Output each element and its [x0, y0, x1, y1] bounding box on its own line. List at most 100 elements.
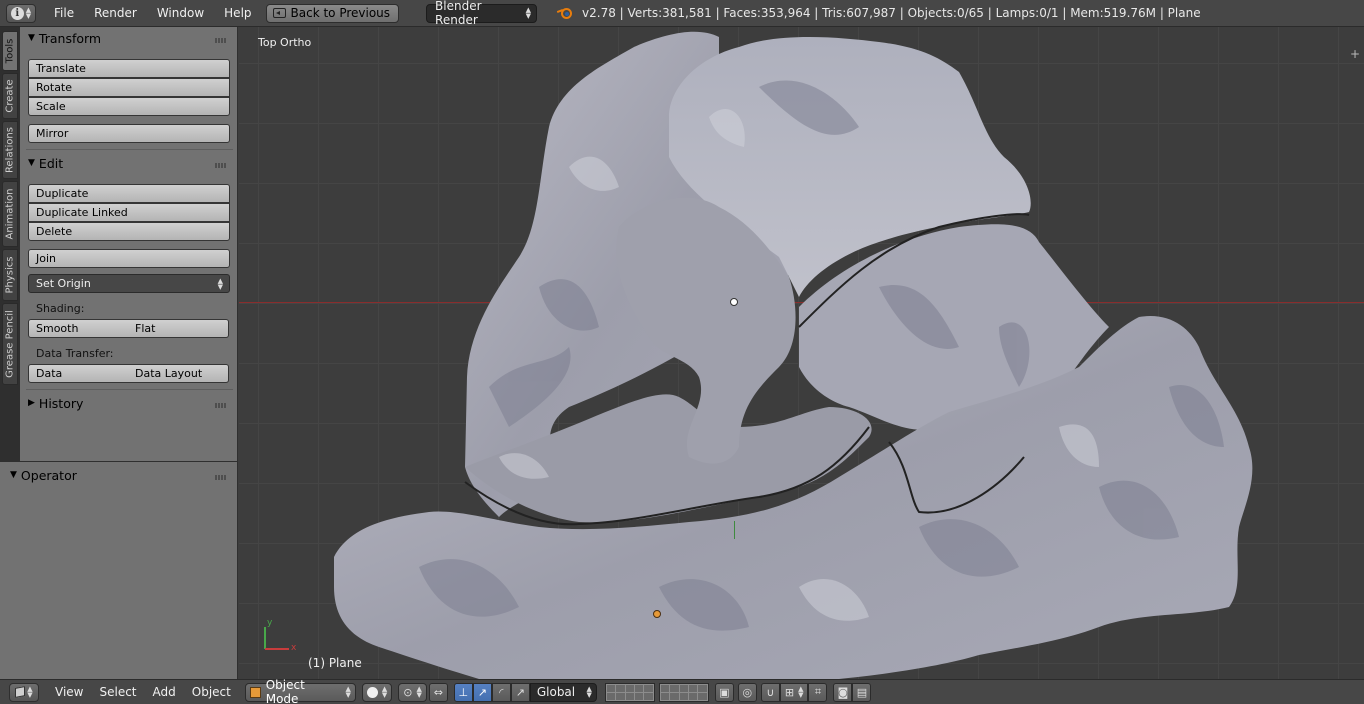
viewport-shading-select[interactable]: ▲ ▼	[361, 682, 393, 702]
triangle-right-icon: ▶	[28, 398, 35, 408]
chevron-updown-icon: ▲ ▼	[27, 685, 33, 699]
join-button[interactable]: Join	[28, 249, 230, 268]
panel-divider	[26, 389, 233, 390]
shading-label: Shading:	[36, 302, 85, 315]
pivot-point-select[interactable]: ⊙ ▲ ▼	[398, 682, 427, 702]
chevron-updown-icon: ▲ ▼	[381, 685, 388, 699]
rotate-button[interactable]: Rotate	[28, 78, 230, 97]
panel-divider	[26, 149, 233, 150]
back-to-previous-label: Back to Previous	[290, 6, 391, 20]
menu-add[interactable]: Add	[145, 685, 184, 699]
snap-target-button[interactable]: ⌗	[808, 682, 828, 702]
pivot-icon: ⊙	[403, 685, 413, 699]
tab-physics[interactable]: Physics	[2, 249, 18, 301]
render-animation-button[interactable]: ▤	[852, 682, 872, 702]
tab-grease-pencil[interactable]: Grease Pencil	[2, 303, 18, 385]
chevron-updown-icon: ▲ ▼	[586, 685, 592, 699]
menu-object[interactable]: Object	[184, 685, 239, 699]
mirror-button[interactable]: Mirror	[28, 124, 230, 143]
flat-button[interactable]: Flat	[128, 319, 229, 338]
drag-grip-icon[interactable]	[215, 163, 227, 168]
clapperboard-icon: ▤	[856, 685, 868, 699]
render-still-button[interactable]: ◙	[833, 682, 853, 702]
rotate-arc-icon: ◜	[499, 685, 504, 699]
plus-icon[interactable]: +	[1350, 48, 1360, 60]
scale-manipulator-button[interactable]: ↗	[510, 682, 530, 702]
manipulator-icon: ⇔	[433, 685, 443, 699]
axis-y-label: y	[267, 618, 273, 628]
translate-manipulator-button[interactable]: ⊥	[453, 682, 473, 702]
triangle-down-icon: ▼	[28, 158, 35, 168]
proportional-edit-button[interactable]: ◎	[737, 682, 757, 702]
tab-relations[interactable]: Relations	[2, 121, 18, 179]
tab-relations-label: Relations	[4, 127, 16, 173]
orientation-label: Global	[536, 685, 576, 699]
scale-button[interactable]: Scale	[28, 97, 230, 116]
drag-grip-icon[interactable]	[215, 38, 227, 43]
pencil-arrow-icon: ↗	[477, 685, 487, 699]
tab-animation[interactable]: Animation	[2, 181, 18, 247]
menu-window[interactable]: Window	[147, 6, 214, 20]
menu-help[interactable]: Help	[214, 6, 261, 20]
back-to-previous-button[interactable]: Back to Previous	[265, 3, 400, 23]
view-name-label: Top Ortho	[258, 36, 312, 49]
delete-button[interactable]: Delete	[28, 222, 230, 241]
render-engine-select[interactable]: Blender Render ▲ ▼	[426, 0, 538, 27]
scale-icon: ↗	[515, 685, 525, 699]
manipulator-toggle[interactable]: ⇔	[428, 682, 448, 702]
history-panel-title: History	[38, 395, 84, 411]
proportional-edit-icon: ◎	[742, 685, 753, 699]
interaction-mode-select[interactable]: Object Mode ▲ ▼	[244, 678, 356, 704]
duplicate-button[interactable]: Duplicate	[28, 184, 230, 203]
menu-view[interactable]: View	[47, 685, 91, 699]
data-layout-button[interactable]: Data Layout	[128, 364, 229, 383]
rotate-manipulator-button[interactable]: ↗	[472, 682, 492, 702]
snap-element-select[interactable]: ⊞ ▲ ▼	[779, 682, 809, 702]
tab-tools[interactable]: Tools	[2, 31, 18, 71]
tab-create-label: Create	[4, 79, 16, 113]
snap-toggle-button[interactable]: ∪	[760, 682, 780, 702]
terrain-mesh[interactable]	[239, 27, 1364, 679]
origin-point-white[interactable]	[730, 298, 738, 306]
layer-buttons-group-a[interactable]	[604, 682, 655, 702]
operator-panel-header[interactable]: ▼ Operator	[10, 466, 77, 484]
data-button[interactable]: Data	[28, 364, 129, 383]
layer-buttons-group-b[interactable]	[658, 682, 709, 702]
history-panel-header[interactable]: ▶ History	[28, 394, 83, 412]
chevron-updown-icon: ▲ ▼	[345, 685, 351, 699]
set-origin-dropdown[interactable]: Set Origin ▲ ▼	[28, 274, 230, 293]
transform-orientation-select[interactable]: Global ▲ ▼	[529, 682, 597, 702]
editor-type-selector[interactable]: ▲ ▼	[9, 682, 39, 702]
edit-panel-header[interactable]: ▼ Edit	[28, 154, 63, 172]
3d-viewport[interactable]: Top Ortho + y x (1) Plane	[239, 27, 1364, 679]
info-icon: i	[10, 6, 24, 20]
menu-render[interactable]: Render	[84, 6, 147, 20]
duplicate-linked-button[interactable]: Duplicate Linked	[28, 203, 230, 222]
data-transfer-label: Data Transfer:	[36, 347, 114, 360]
tool-shelf-tabs: Tools Create Relations Animation Physics…	[0, 27, 20, 461]
operator-panel-title: Operator	[20, 467, 77, 483]
origin-point-selected[interactable]	[653, 610, 661, 618]
y-axis-line	[734, 521, 735, 539]
chevron-updown-icon: ▲ ▼	[525, 6, 532, 20]
layers-lock-icon: ▣	[719, 685, 730, 699]
menu-select[interactable]: Select	[91, 685, 144, 699]
lock-layers-button[interactable]: ▣	[714, 682, 734, 702]
set-origin-label: Set Origin	[36, 277, 91, 290]
menu-file[interactable]: File	[44, 6, 84, 20]
smooth-button[interactable]: Smooth	[28, 319, 129, 338]
transform-manipulator-group: ⊥ ↗ ◜ ↗ Global ▲ ▼	[453, 682, 597, 702]
tab-create[interactable]: Create	[2, 73, 18, 119]
info-header: i ▲ ▼ File Render Window Help Back to Pre…	[0, 0, 1364, 27]
chevron-updown-icon: ▲ ▼	[25, 6, 32, 20]
curve-manipulator-button[interactable]: ◜	[491, 682, 511, 702]
blender-logo-icon	[556, 6, 573, 20]
transform-panel-header[interactable]: ▼ Transform	[28, 29, 101, 47]
drag-grip-icon[interactable]	[215, 403, 227, 408]
editor-type-selector[interactable]: i ▲ ▼	[6, 3, 36, 23]
drag-grip-icon[interactable]	[215, 475, 227, 480]
chevron-updown-icon: ▲ ▼	[217, 276, 223, 291]
translate-button[interactable]: Translate	[28, 59, 230, 78]
active-object-label: (1) Plane	[308, 656, 362, 670]
solid-shading-icon	[366, 686, 378, 698]
